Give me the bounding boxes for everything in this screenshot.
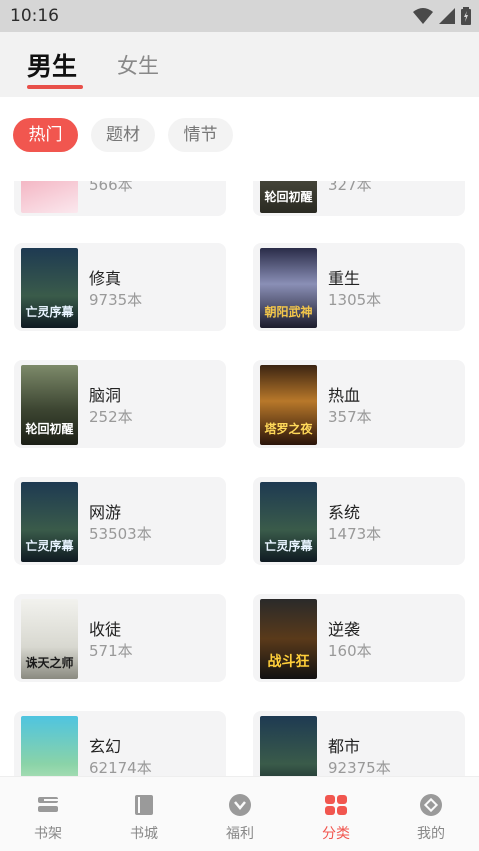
book-cover: 战斗狂 [260, 599, 317, 679]
category-card[interactable]: 亡灵序幕 修真 9735本 [14, 243, 226, 331]
cover-title: 轮回初醒 [264, 190, 313, 204]
category-count: 160本 [328, 642, 372, 660]
category-icon [325, 795, 347, 815]
status-icons [413, 7, 471, 25]
nav-label: 书城 [130, 826, 158, 842]
category-name: 逆袭 [328, 620, 361, 639]
category-count: 9735本 [89, 291, 143, 309]
category-count: 1473本 [328, 525, 382, 543]
category-name: 网游 [89, 503, 122, 522]
filter-bar: 热门 题材 情节 [0, 97, 479, 181]
category-name: 收徒 [89, 620, 122, 639]
nav-label: 我的 [417, 826, 445, 842]
gender-tab-bar: 男生 女生 [0, 32, 479, 97]
profile-icon [420, 794, 442, 816]
book-cover [260, 716, 317, 776]
category-name: 玄幻 [89, 737, 122, 756]
nav-bookshelf[interactable]: 书架 [0, 777, 96, 851]
book-cover: 诛天之师 [21, 599, 78, 679]
category-card[interactable]: 轮回初醒 327本 [253, 181, 465, 216]
nav-profile[interactable]: 我的 [383, 777, 479, 851]
category-count: 571本 [89, 642, 133, 660]
book-cover [21, 716, 78, 776]
category-count: 566本 [89, 181, 133, 194]
signal-icon [439, 8, 455, 24]
category-count: 53503本 [89, 525, 152, 543]
category-name: 脑洞 [89, 386, 122, 405]
book-cover: 亡灵序幕 [260, 482, 317, 562]
bottom-nav: 书架 书城 福利 分类 我的 [0, 776, 479, 851]
book-cover: 朝阳武神 [260, 248, 317, 328]
cover-title: 亡灵序幕 [264, 539, 313, 553]
book-cover: 亡灵序幕 [21, 248, 78, 328]
category-card[interactable]: 朝阳武神 重生 1305本 [253, 243, 465, 331]
cover-title: 朝阳武神 [264, 305, 313, 319]
category-name: 热血 [328, 386, 361, 405]
cover-title: 诛天之师 [25, 656, 74, 670]
category-card[interactable]: 轮回初醒 脑洞 252本 [14, 360, 226, 448]
book-cover: 轮回初醒 [21, 365, 78, 445]
cover-title: 亡灵序幕 [25, 305, 74, 319]
category-card[interactable]: 玄幻 62174本 [14, 711, 226, 776]
category-count: 92375本 [328, 759, 391, 776]
tab-female[interactable]: 女生 [117, 50, 159, 80]
cover-title: 轮回初醒 [25, 422, 74, 436]
category-card[interactable]: 塔罗之夜 热血 357本 [253, 360, 465, 448]
book-icon [135, 795, 153, 815]
book-cover: 轮回初醒 [260, 181, 317, 213]
bookshelf-icon [38, 797, 58, 812]
nav-label: 福利 [226, 826, 254, 842]
category-name: 都市 [328, 737, 361, 756]
gift-icon [229, 794, 251, 816]
nav-label: 书架 [34, 826, 62, 842]
tab-male[interactable]: 男生 [27, 47, 77, 83]
category-name: 系统 [328, 503, 361, 522]
cover-title: 战斗狂 [267, 654, 310, 670]
cover-title: 塔罗之夜 [264, 422, 313, 436]
category-name: 修真 [89, 269, 122, 288]
category-count: 1305本 [328, 291, 382, 309]
filter-chip-hot[interactable]: 热门 [13, 118, 78, 152]
cover-title: 亡灵序幕 [25, 539, 74, 553]
book-cover: 亡灵序幕 [21, 482, 78, 562]
filter-chip-genre[interactable]: 题材 [91, 118, 155, 152]
active-tab-indicator [27, 85, 83, 89]
nav-bookstore[interactable]: 书城 [96, 777, 192, 851]
category-card[interactable]: 诛天之师 收徒 571本 [14, 594, 226, 682]
category-name: 重生 [328, 269, 361, 288]
nav-label: 分类 [322, 826, 350, 842]
status-time: 10:16 [10, 6, 59, 26]
wifi-icon [413, 8, 433, 24]
book-cover: 塔罗之夜 [260, 365, 317, 445]
nav-welfare[interactable]: 福利 [192, 777, 288, 851]
category-count: 252本 [89, 408, 133, 426]
battery-icon [461, 7, 471, 25]
category-card[interactable]: 566本 [14, 181, 226, 216]
category-card[interactable]: 亡灵序幕 系统 1473本 [253, 477, 465, 565]
category-card[interactable]: 战斗狂 逆袭 160本 [253, 594, 465, 682]
category-count: 327本 [328, 181, 372, 194]
category-card[interactable]: 亡灵序幕 网游 53503本 [14, 477, 226, 565]
category-grid: 566本 轮回初醒 327本 亡灵序幕 修真 9735本 朝阳武神 重生 130… [0, 181, 479, 776]
status-bar: 10:16 [0, 0, 479, 32]
category-count: 357本 [328, 408, 372, 426]
nav-category[interactable]: 分类 [288, 777, 384, 851]
category-count: 62174本 [89, 759, 152, 776]
filter-chip-plot[interactable]: 情节 [168, 118, 233, 152]
category-card[interactable]: 都市 92375本 [253, 711, 465, 776]
book-cover [21, 181, 78, 213]
